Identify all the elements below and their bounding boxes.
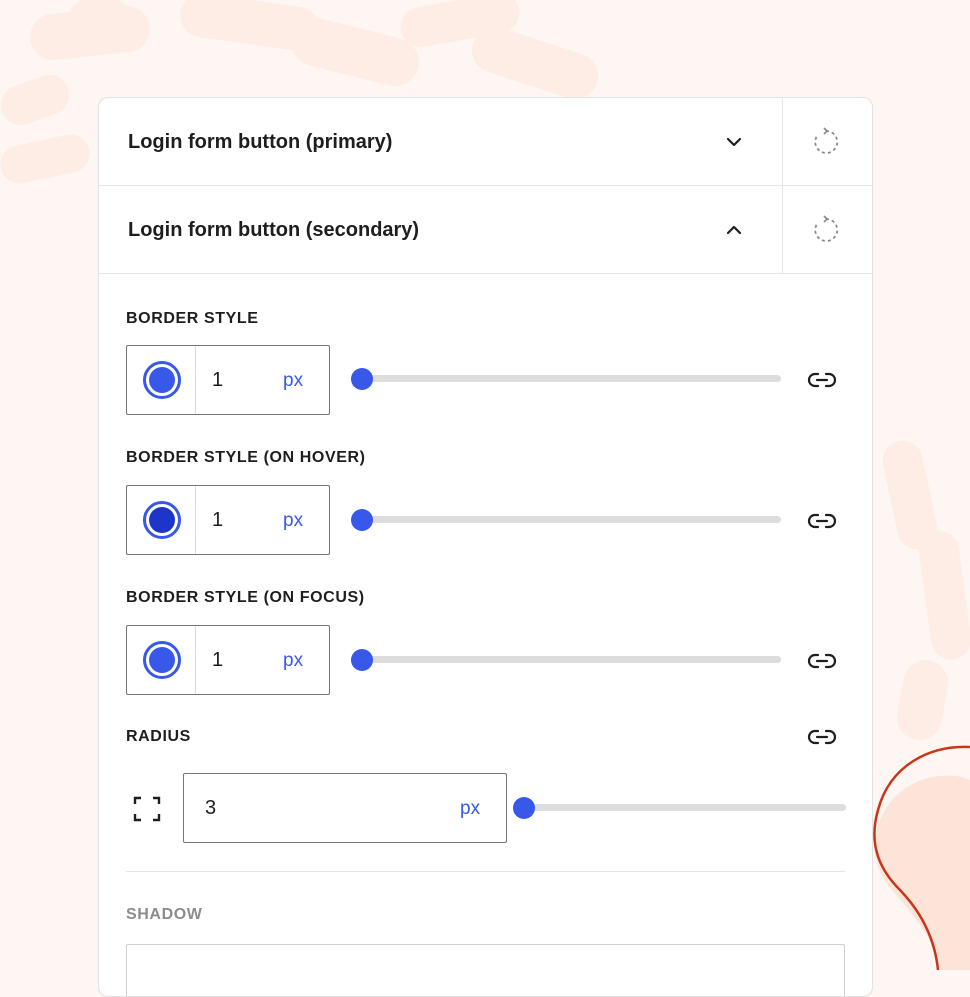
corners-icon [133,796,161,822]
accordion-primary[interactable]: Login form button (primary) [99,98,872,186]
slider-thumb[interactable] [351,509,373,531]
slider-thumb[interactable] [351,649,373,671]
border-hover-color-picker[interactable] [127,486,196,554]
slider-thumb[interactable] [513,797,535,819]
border-focus-width-slider[interactable] [351,645,781,675]
accordion-primary-title: Login form button (primary) [128,131,393,153]
color-swatch [143,361,181,399]
border-width-input[interactable]: 1 [212,346,223,414]
header-divider [782,186,783,274]
border-style-hover-label: BORDER STYLE (ON HOVER) [126,449,366,466]
chevron-down-icon[interactable] [723,131,745,153]
color-swatch [143,501,181,539]
shadow-control[interactable] [126,944,845,996]
chevron-up-icon[interactable] [723,219,745,241]
border-color-picker[interactable] [127,346,196,414]
border-focus-width-input[interactable]: 1 [212,626,223,694]
unit-select[interactable]: px [283,486,303,554]
unit-select[interactable]: px [460,774,480,842]
settings-panel: Login form button (primary) Login form b… [98,97,873,997]
radius-input[interactable]: 3 [205,774,216,842]
reset-icon[interactable] [810,214,842,246]
border-focus-color-picker[interactable] [127,626,196,694]
border-hover-width-slider[interactable] [351,505,781,535]
section-divider [126,871,845,872]
link-icon[interactable] [805,509,839,533]
border-width-slider[interactable] [351,364,781,394]
unit-select[interactable]: px [283,626,303,694]
border-hover-width-input[interactable]: 1 [212,486,223,554]
shadow-label: SHADOW [126,906,203,923]
border-style-focus-control: 1 px [126,625,330,695]
link-icon[interactable] [805,649,839,673]
radius-control: 3 px [183,773,507,843]
header-divider [782,98,783,186]
link-icon[interactable] [805,368,839,392]
accordion-secondary-title: Login form button (secondary) [128,219,420,241]
border-style-control: 1 px [126,345,330,415]
border-style-hover-control: 1 px [126,485,330,555]
radius-slider[interactable] [513,793,846,823]
radius-label: RADIUS [126,728,191,745]
border-style-label: BORDER STYLE [126,310,259,327]
reset-icon[interactable] [810,126,842,158]
border-style-focus-label: BORDER STYLE (ON FOCUS) [126,589,365,606]
accordion-secondary[interactable]: Login form button (secondary) [99,186,872,274]
color-swatch [143,641,181,679]
slider-thumb[interactable] [351,368,373,390]
unit-select[interactable]: px [283,346,303,414]
decorative-shape [873,745,970,970]
link-icon[interactable] [805,725,839,749]
